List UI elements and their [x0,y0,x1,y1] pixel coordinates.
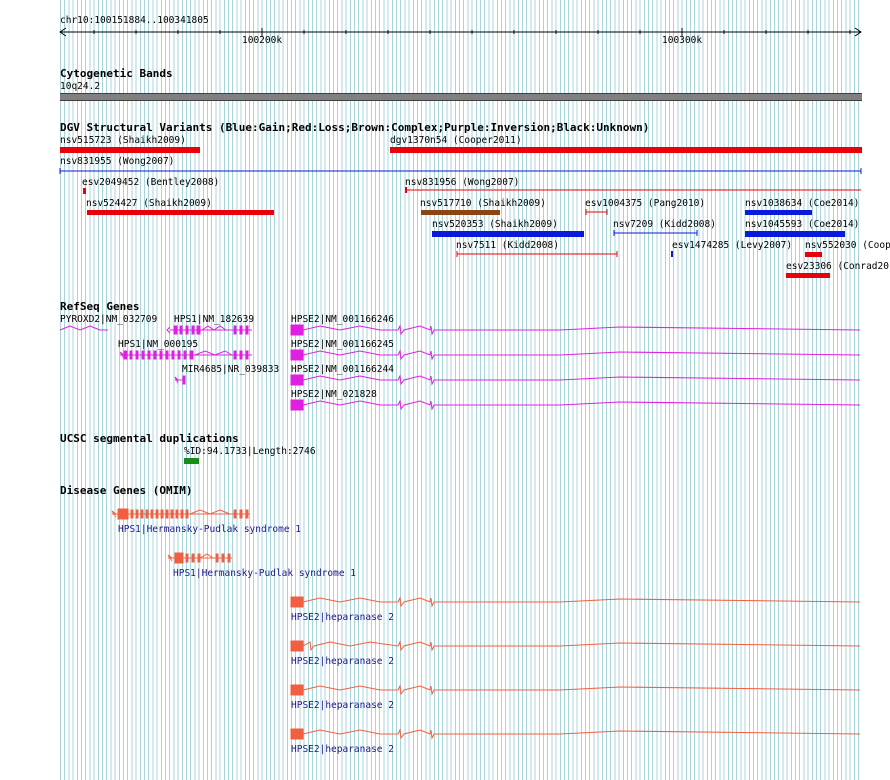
omim-glyphs[interactable] [0,0,890,780]
omim-label: HPS1|Hermansky-Pudlak syndrome 1 [118,524,302,535]
omim-label: HPSE2|heparanase 2 [291,700,394,711]
omim-label: HPS1|Hermansky-Pudlak syndrome 1 [173,568,357,579]
omim-label: HPSE2|heparanase 2 [291,612,394,623]
omim-label: HPSE2|heparanase 2 [291,744,394,755]
omim-label: HPSE2|heparanase 2 [291,656,394,667]
